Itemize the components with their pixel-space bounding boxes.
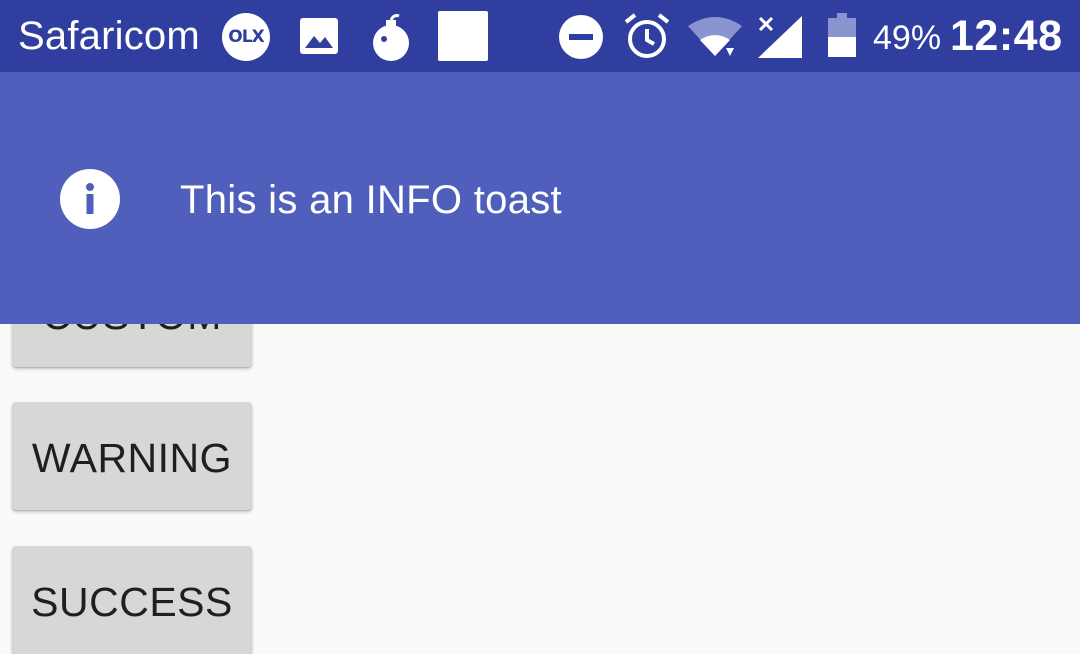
olx-icon: OLX <box>222 13 270 61</box>
bomb-icon <box>372 12 410 67</box>
square-icon <box>438 11 488 66</box>
signal-no-service-icon <box>758 16 802 63</box>
do-not-disturb-icon <box>559 15 603 64</box>
status-bar: Safaricom OLX 49% 12:48 <box>0 0 1080 72</box>
success-button[interactable]: SUCCESS <box>12 546 252 654</box>
battery-percentage: 49% <box>873 19 942 57</box>
info-toast: This is an INFO toast <box>0 72 1080 324</box>
success-button-label: SUCCESS <box>31 579 233 625</box>
image-icon <box>300 18 338 59</box>
clock: 12:48 <box>950 12 1063 60</box>
toast-message: This is an INFO toast <box>180 178 562 222</box>
alarm-icon <box>624 12 670 65</box>
warning-button-label: WARNING <box>31 435 233 481</box>
warning-button[interactable]: WARNING <box>12 402 252 510</box>
info-icon <box>60 169 120 229</box>
wifi-icon <box>688 16 742 63</box>
battery-icon <box>828 13 856 62</box>
carrier-name: Safaricom <box>18 14 200 58</box>
